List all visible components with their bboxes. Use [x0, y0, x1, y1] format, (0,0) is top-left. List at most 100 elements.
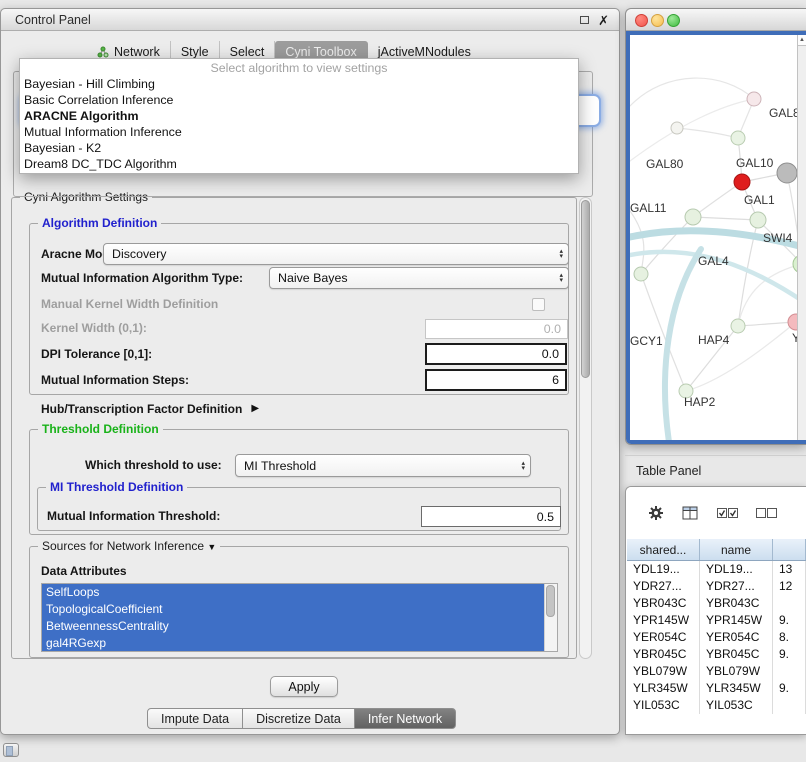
close-window-icon[interactable]: ✗	[598, 14, 609, 27]
minimized-window-icon[interactable]	[3, 743, 19, 757]
list-item[interactable]: gal4RGexp	[42, 635, 545, 652]
settings-gear-icon[interactable]	[648, 505, 664, 521]
column-visibility-icon[interactable]	[682, 506, 699, 521]
network-node[interactable]	[634, 267, 648, 281]
table-row[interactable]: YER054CYER054C8.	[627, 629, 806, 646]
table-cell	[773, 595, 806, 612]
table-cell: YBR043C	[627, 595, 700, 612]
table-panel-title: Table Panel	[636, 464, 701, 478]
list-item[interactable]: SelfLoops	[42, 584, 545, 601]
network-edge[interactable]	[693, 182, 742, 217]
tab-infer-network[interactable]: Infer Network	[354, 708, 456, 729]
popup-header: Select algorithm to view settings	[20, 60, 578, 76]
tab-label: Style	[181, 45, 209, 59]
table-cell: YBR043C	[700, 595, 773, 612]
list-item[interactable]: TopologicalCoefficient	[42, 601, 545, 618]
list-item[interactable]: BetweennessCentrality	[42, 618, 545, 635]
table-row[interactable]: YDL19...YDL19...13	[627, 561, 806, 578]
group-title: MI Threshold Definition	[46, 480, 187, 494]
table-row[interactable]: YLR345WYLR345W9.	[627, 680, 806, 697]
popup-item[interactable]: Bayesian - Hill Climbing	[20, 76, 578, 92]
network-node[interactable]	[747, 92, 761, 106]
scroll-up-icon[interactable]: ▲	[798, 35, 806, 46]
aracne-mode-combobox[interactable]: Discovery ▴▾	[103, 243, 569, 265]
network-node[interactable]	[731, 131, 745, 145]
table-cell: 9.	[773, 612, 806, 629]
popup-item[interactable]: Mutual Information Inference	[20, 124, 578, 140]
float-window-icon[interactable]	[580, 16, 589, 24]
dpi-tolerance-label: DPI Tolerance [0,1]:	[41, 344, 152, 365]
network-icon	[97, 46, 109, 58]
mi-steps-input[interactable]: 6	[425, 369, 567, 391]
table-cell: YER054C	[700, 629, 773, 646]
table-row[interactable]: YBL079WYBL079W	[627, 663, 806, 680]
network-edge[interactable]	[738, 322, 796, 326]
table-row[interactable]: YPR145WYPR145W9.	[627, 612, 806, 629]
list-scrollbar[interactable]	[544, 584, 557, 651]
network-node[interactable]	[777, 163, 797, 183]
network-node[interactable]	[734, 174, 750, 190]
dpi-tolerance-input[interactable]: 0.0	[425, 343, 567, 365]
kernel-width-label: Kernel Width (0,1):	[41, 318, 147, 338]
manual-kernel-width-checkbox[interactable]	[532, 298, 545, 311]
network-graph[interactable]: GAL8GAL80GAL10GAL11GAL1SWI4GAL4GCY1HAP4Y…	[630, 35, 806, 440]
deselect-all-checks-icon[interactable]	[756, 508, 777, 518]
group-title: Sources for Network Inference ▼	[38, 539, 220, 553]
network-node[interactable]	[750, 212, 766, 228]
network-window-titlebar	[626, 9, 806, 31]
network-node[interactable]	[685, 209, 701, 225]
titlebar-buttons: ✗	[580, 9, 609, 31]
apply-button[interactable]: Apply	[270, 676, 338, 697]
network-edge[interactable]	[665, 249, 701, 440]
column-header-shared-name[interactable]: shared...	[627, 539, 700, 560]
table-cell: YBL079W	[700, 663, 773, 680]
popup-item[interactable]: Basic Correlation Inference	[20, 92, 578, 108]
select-all-checks-icon[interactable]	[717, 508, 738, 518]
network-edge[interactable]	[677, 128, 738, 138]
table-cell	[773, 663, 806, 680]
table-cell: YPR145W	[627, 612, 700, 629]
table-row[interactable]: YBR045CYBR045C9.	[627, 646, 806, 663]
table-cell: YLR345W	[700, 680, 773, 697]
network-edge[interactable]	[630, 78, 754, 106]
popup-item[interactable]: Dream8 DC_TDC Algorithm	[20, 156, 578, 172]
hub-definition-label: Hub/Transcription Factor Definition	[41, 401, 242, 417]
tab-label: Network	[114, 45, 160, 59]
close-traffic-light-icon[interactable]	[635, 14, 648, 27]
node-label: GAL8	[769, 106, 800, 120]
table-cell: 12	[773, 578, 806, 595]
which-threshold-label: Which threshold to use:	[85, 453, 222, 477]
table-cell: YBR045C	[627, 646, 700, 663]
node-label: GAL1	[744, 193, 775, 207]
combo-arrows-icon: ▴▾	[521, 461, 525, 471]
minimize-traffic-light-icon[interactable]	[651, 14, 664, 27]
table-row[interactable]: YIL053CYIL053C	[627, 697, 806, 714]
column-header-name[interactable]: name	[700, 539, 773, 560]
table-row[interactable]: YBR043CYBR043C	[627, 595, 806, 612]
mi-threshold-input[interactable]: 0.5	[421, 506, 561, 527]
network-edge[interactable]	[641, 217, 693, 274]
table-cell: YDL19...	[627, 561, 700, 578]
tab-impute-data[interactable]: Impute Data	[147, 708, 243, 729]
network-edge[interactable]	[630, 211, 644, 274]
network-node[interactable]	[731, 319, 745, 333]
popup-item[interactable]: Bayesian - K2	[20, 140, 578, 156]
table-row[interactable]: YDR27...YDR27...12	[627, 578, 806, 595]
network-node[interactable]	[671, 122, 683, 134]
popup-item-selected[interactable]: ARACNE Algorithm	[20, 108, 578, 124]
network-scrollbar[interactable]: ▲	[797, 35, 806, 440]
zoom-traffic-light-icon[interactable]	[667, 14, 680, 27]
tab-discretize-data[interactable]: Discretize Data	[242, 708, 355, 729]
node-label: HAP4	[698, 333, 730, 347]
scrollbar-thumb[interactable]	[546, 585, 555, 617]
hub-definition-disclosure[interactable]: Hub/Transcription Factor Definition ▶	[41, 401, 259, 417]
combo-arrows-icon: ▴▾	[559, 249, 563, 259]
network-canvas[interactable]: GAL8GAL80GAL10GAL11GAL1SWI4GAL4GCY1HAP4Y…	[630, 35, 806, 440]
mi-algorithm-type-combobox[interactable]: Naive Bayes ▴▾	[269, 267, 569, 289]
settings-scrollbar[interactable]	[579, 197, 592, 659]
which-threshold-combobox[interactable]: MI Threshold ▴▾	[235, 454, 531, 477]
network-edge[interactable]	[693, 217, 758, 220]
desktop: Control Panel ✗ Network Style Select Cyn…	[0, 0, 806, 762]
column-header-cut[interactable]	[773, 539, 806, 560]
scrollbar-thumb[interactable]	[581, 200, 590, 378]
